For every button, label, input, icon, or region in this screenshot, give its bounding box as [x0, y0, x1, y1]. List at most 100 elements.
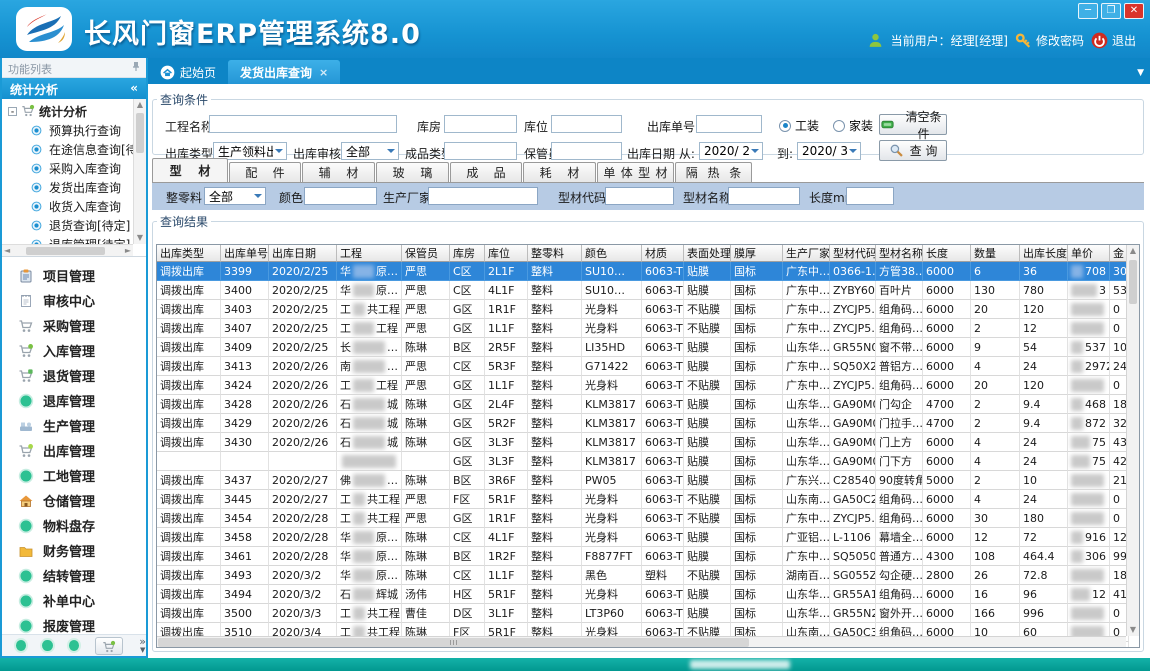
sidebar-item-退货管理[interactable]: 退货管理 — [2, 363, 146, 388]
table-row[interactable]: 调拨出库34132020/2/26南…严思C区5R3F整料G714226063-… — [157, 357, 1129, 376]
column-header[interactable]: 出库类型 — [157, 245, 221, 262]
material-tab-耗材[interactable]: 耗材 — [523, 162, 596, 182]
date-to-picker[interactable]: 2020/ 3/16 — [797, 142, 861, 160]
search-button[interactable]: 查 询 — [879, 140, 947, 161]
pin-icon[interactable] — [130, 61, 142, 73]
project-name-input[interactable] — [209, 115, 397, 133]
table-row[interactable]: 调拨出库33992020/2/25华原…严思C区2L1F整料SU10…6063-… — [157, 262, 1129, 281]
column-header[interactable]: 出库日期 — [269, 245, 337, 262]
more-items-button[interactable]: »▼ — [139, 637, 146, 655]
sidebar-item-退库管理[interactable]: 退库管理 — [2, 388, 146, 413]
tree-expander-icon[interactable]: - — [8, 107, 17, 116]
scroll-left-icon[interactable]: ◄ — [4, 245, 10, 257]
column-header[interactable]: 数量 — [971, 245, 1020, 262]
material-tab-玻璃[interactable]: 玻璃 — [376, 162, 449, 182]
dot-icon[interactable] — [69, 640, 79, 651]
material-tab-型材[interactable]: 型材 — [152, 158, 228, 182]
sidebar-item-采购管理[interactable]: 采购管理 — [2, 313, 146, 338]
tree-item[interactable]: 发货出库查询 — [2, 178, 133, 197]
tree-horizontal-scrollbar[interactable]: ◄ ► — [2, 244, 133, 256]
date-from-picker[interactable]: 2020/ 2/16 — [699, 142, 763, 160]
sidebar-item-结转管理[interactable]: 结转管理 — [2, 563, 146, 588]
column-header[interactable]: 膜厚 — [731, 245, 783, 262]
column-header[interactable]: 生产厂家 — [783, 245, 830, 262]
table-row[interactable]: 调拨出库34032020/2/25工共工程严思G区1R1F整料光身料6063-T… — [157, 300, 1129, 319]
table-row[interactable]: 调拨出库34282020/2/26石城陈琳G区2L4F整料KLM38176063… — [157, 395, 1129, 414]
table-row[interactable]: 调拨出库34942020/3/2石辉城汤伟H区5R1F整料光身料6063-T5贴… — [157, 585, 1129, 604]
column-header[interactable]: 型材代码 — [830, 245, 876, 262]
order-no-input[interactable] — [696, 115, 762, 133]
material-tab-辅材[interactable]: 辅材 — [302, 162, 375, 182]
grid-hscroll-thumb[interactable] — [158, 638, 749, 647]
scroll-down-icon[interactable]: ▼ — [1127, 624, 1139, 636]
column-header[interactable]: 单价 — [1068, 245, 1110, 262]
keeper-input[interactable] — [551, 142, 622, 160]
tree-vscroll-thumb[interactable] — [136, 113, 144, 153]
sidebar-item-生产管理[interactable]: 生产管理 — [2, 413, 146, 438]
change-password-button[interactable]: 修改密码 — [1015, 32, 1084, 49]
whole-piece-select[interactable]: 全部 — [204, 187, 266, 205]
table-row[interactable]: 调拨出库35002020/3/3工共工程曹佳D区3L1F整料LT3P606063… — [157, 604, 1129, 623]
tab-list-dropdown-icon[interactable]: ▼ — [1137, 68, 1144, 78]
table-row[interactable]: 调拨出库34452020/2/27工共工程严思F区5R1F整料光身料6063-T… — [157, 490, 1129, 509]
material-tab-隔热条[interactable]: 隔热条 — [675, 162, 752, 182]
tab-home[interactable]: 起始页 — [148, 60, 228, 84]
sidebar-item-入库管理[interactable]: 入库管理 — [2, 338, 146, 363]
cart-toolbar-button[interactable] — [95, 637, 123, 655]
column-header[interactable]: 出库单号 — [221, 245, 269, 262]
minimize-button[interactable]: ─ — [1078, 3, 1098, 19]
dot-icon[interactable] — [42, 640, 52, 651]
sidebar-item-出库管理[interactable]: 出库管理 — [2, 438, 146, 463]
table-row[interactable]: 调拨出库34372020/2/27佛…陈琳B区3R6F整料PW056063-T5… — [157, 471, 1129, 490]
table-row[interactable]: 调拨出库34582020/2/28华原…陈琳C区4L1F整料光身料6063-T5… — [157, 528, 1129, 547]
warehouse-input[interactable] — [444, 115, 517, 133]
maximize-button[interactable]: ❐ — [1101, 3, 1121, 19]
radio-家装[interactable]: 家装 — [833, 117, 873, 134]
grid-vscroll-thumb[interactable] — [1129, 260, 1137, 304]
tab-shipping-outbound-query[interactable]: 发货出库查询 × — [228, 60, 340, 84]
column-header[interactable]: 材质 — [642, 245, 684, 262]
tree-item[interactable]: 退库管理[待定] — [2, 235, 133, 244]
scroll-right-icon[interactable]: ► — [125, 245, 131, 257]
column-header[interactable]: 表面处理 — [684, 245, 731, 262]
sidebar-section-header[interactable]: 统计分析 « — [2, 78, 146, 99]
table-row[interactable]: G区3L3F整料KLM38176063-T5贴膜国标山东华…GA90M09…门下… — [157, 452, 1129, 471]
material-tab-单体型材[interactable]: 单体型材 — [597, 162, 674, 182]
column-header[interactable]: 整零料 — [528, 245, 582, 262]
column-header[interactable]: 库房 — [450, 245, 485, 262]
clear-conditions-button[interactable]: 清空条件 — [879, 114, 947, 135]
column-header[interactable]: 工程 — [337, 245, 402, 262]
sidebar-item-财务管理[interactable]: 财务管理 — [2, 538, 146, 563]
length-input[interactable] — [846, 187, 894, 205]
table-row[interactable]: 调拨出库34302020/2/26石城陈琳G区3L3F整料KLM38176063… — [157, 433, 1129, 452]
tree-root-node[interactable]: - 统计分析 — [2, 101, 133, 121]
color-input[interactable] — [304, 187, 377, 205]
sidebar-item-工地管理[interactable]: 工地管理 — [2, 463, 146, 488]
table-row[interactable]: 调拨出库34092020/2/25长…陈琳B区2R5F整料LI35HD6063-… — [157, 338, 1129, 357]
close-button[interactable]: ✕ — [1124, 3, 1144, 19]
column-header[interactable]: 出库长度 — [1020, 245, 1068, 262]
sidebar-item-物料盘存[interactable]: 物料盘存 — [2, 513, 146, 538]
tree-hscroll-thumb[interactable] — [26, 247, 105, 255]
profile-code-input[interactable] — [605, 187, 674, 205]
sidebar-item-补单中心[interactable]: 补单中心 — [2, 588, 146, 613]
scroll-up-icon[interactable]: ▲ — [134, 99, 146, 111]
dot-icon[interactable] — [16, 640, 26, 651]
table-row[interactable]: 调拨出库34932020/3/2华原…陈琳C区1L1F整料黑色塑料不贴膜国标湖南… — [157, 566, 1129, 585]
logout-button[interactable]: 退出 — [1091, 32, 1136, 49]
location-input[interactable] — [551, 115, 622, 133]
product-type-input[interactable] — [444, 142, 517, 160]
profile-name-input[interactable] — [728, 187, 800, 205]
material-tab-配件[interactable]: 配件 — [229, 162, 301, 182]
grid-horizontal-scrollbar[interactable] — [157, 636, 1126, 647]
manufacturer-input[interactable] — [428, 187, 538, 205]
collapse-icon[interactable]: « — [130, 81, 138, 99]
radio-工装[interactable]: 工装 — [779, 117, 819, 134]
table-row[interactable]: 调拨出库34002020/2/25华原…严思C区4L1F整料SU10…6063-… — [157, 281, 1129, 300]
sidebar-item-报废管理[interactable]: 报废管理 — [2, 613, 146, 634]
table-row[interactable]: 调拨出库34612020/2/28华原…陈琳B区1R2F整料F8877FT606… — [157, 547, 1129, 566]
sidebar-item-审核中心[interactable]: 审核中心 — [2, 288, 146, 313]
material-tab-成品[interactable]: 成品 — [450, 162, 522, 182]
tree-item[interactable]: 在途信息查询[待定] — [2, 140, 133, 159]
column-header[interactable]: 保管员 — [402, 245, 450, 262]
